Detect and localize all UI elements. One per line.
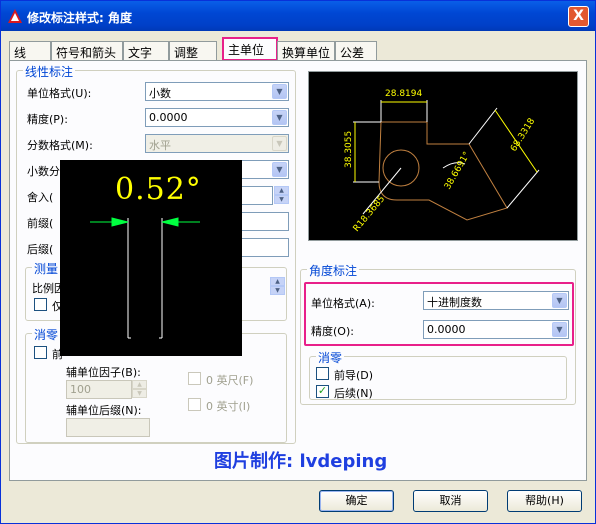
precision-value: 0.0000 [149,111,188,124]
inset-extension-lines [127,218,163,339]
dimension-preview: 28.8194 38.3055 68.3318 38.6691° R18.368… [308,71,578,241]
preview-dim-top: 28.8194 [385,89,422,99]
fraction-format-select: 水平 ▼ [145,134,289,153]
preview-dim-right: 68.3318 [509,116,537,153]
preview-dimension-lines [354,101,538,182]
chevron-down-icon: ▼ [552,322,567,337]
fraction-format-label: 分数格式(M): [27,139,93,152]
chevron-down-icon: ▼ [552,293,567,308]
ok-button[interactable]: 确定 [319,490,394,512]
chevron-down-icon: ▼ [272,136,287,151]
spin-down-icon[interactable]: ▼ [274,195,289,204]
chevron-down-icon: ▼ [272,110,287,125]
autocad-logo-icon [8,9,22,23]
window-title: 修改标注样式: 角度 [27,11,132,25]
suffix-label: 后缀( [27,243,54,256]
fraction-format-value: 水平 [149,139,171,152]
measurement-group-title: 测量 [32,260,61,277]
sub-unit-factor-label: 辅单位因子(B): [66,366,141,379]
angular-leading-checkbox[interactable] [316,367,329,380]
spin-up-icon: ▲ [132,380,147,389]
inches-label: 0 英寸(I) [206,400,251,413]
unit-format-label: 单位格式(U): [27,87,92,100]
angular-precision-label: 精度(O): [311,325,354,338]
tab-tolerances[interactable]: 公差 [335,41,377,60]
spin-down-icon[interactable]: ▼ [270,286,285,295]
title-bar[interactable]: 修改标注样式: 角度 X [1,1,595,31]
sub-unit-suffix-input [66,418,150,437]
spin-up-icon[interactable]: ▲ [270,277,285,286]
spin-up-icon[interactable]: ▲ [274,186,289,195]
round-off-spinner[interactable]: ▲ ▼ [274,186,289,205]
sub-unit-suffix-label: 辅单位后缀(N): [66,404,142,417]
sub-unit-factor-input: 100 [66,380,132,399]
angular-unit-format-label: 单位格式(A): [311,297,375,310]
angular-unit-format-select[interactable]: 十进制度数 ▼ [423,291,569,310]
tab-text[interactable]: 文字 [123,41,169,60]
angular-leading-label: 前导(D) [334,369,374,382]
inches-checkbox [188,398,201,411]
chevron-down-icon: ▼ [272,84,287,99]
cancel-button[interactable]: 取消 [413,490,488,512]
tab-lines[interactable]: 线 [9,41,51,60]
sub-unit-factor-spinner: ▲ ▼ [132,380,147,399]
sub-unit-factor-value: 100 [70,383,91,396]
apply-layout-only-checkbox[interactable] [34,298,47,311]
zero-linear-group-title: 消零 [32,326,61,343]
checkmark-icon: ✓ [317,384,328,397]
angular-trailing-label: 后续(N) [334,387,373,400]
angular-dimensions-group: 角度标注 单位格式(A): 十进制度数 ▼ 精度(O): 0.0000 ▼ 消零… [300,262,576,405]
unit-format-select[interactable]: 小数 ▼ [145,82,289,101]
inset-drawing [90,217,200,339]
zero-angular-group-title: 消零 [316,349,345,366]
tab-fit[interactable]: 调整 [169,41,217,60]
tab-alternate-units[interactable]: 换算单位 [277,41,335,60]
preview-drawing: 28.8194 38.3055 68.3318 38.6691° R18.368… [344,89,540,234]
tab-symbols-arrows[interactable]: 符号和箭头 [51,41,123,60]
linear-group-title: 线性标注 [23,63,76,80]
feet-checkbox [188,372,201,385]
angular-unit-format-value: 十进制度数 [427,296,482,309]
angular-precision-select[interactable]: 0.0000 ▼ [423,320,569,339]
scale-factor-spinner[interactable]: ▲ ▼ [270,277,285,296]
precision-label: 精度(P): [27,113,68,126]
precision-select[interactable]: 0.0000 ▼ [145,108,289,127]
zero-suppression-angular-group: 消零 前导(D) ✓ 后续(N) [309,349,567,400]
preview-dim-left: 38.3055 [344,131,354,168]
inset-dimension-arrows [90,217,200,227]
angular-group-title: 角度标注 [307,262,360,279]
unit-format-value: 小数 [149,87,171,100]
round-off-label: 舍入( [27,191,54,204]
zoom-inset: 0.52° [60,160,242,356]
angular-trailing-checkbox[interactable]: ✓ [316,385,329,398]
help-button[interactable]: 帮助(H) [507,490,582,512]
credit-text: 图片制作: lvdeping [214,451,388,472]
close-button[interactable]: X [568,6,589,27]
chevron-down-icon: ▼ [272,162,287,177]
leading-zero-checkbox[interactable] [34,346,47,359]
preview-dim-radius: R18.3685 [352,194,388,234]
angular-precision-value: 0.0000 [427,323,466,336]
feet-label: 0 英尺(F) [206,374,254,387]
decimal-separator-label: 小数分 [27,165,60,178]
prefix-label: 前缀( [27,217,54,230]
tab-primary-units[interactable]: 主单位 [222,37,278,61]
spin-down-icon: ▼ [132,389,147,398]
preview-dim-angle: 38.6691° [443,150,473,191]
dialog-window: 修改标注样式: 角度 X 线 符号和箭头 文字 调整 主单位 换算单位 公差 线… [0,0,596,524]
